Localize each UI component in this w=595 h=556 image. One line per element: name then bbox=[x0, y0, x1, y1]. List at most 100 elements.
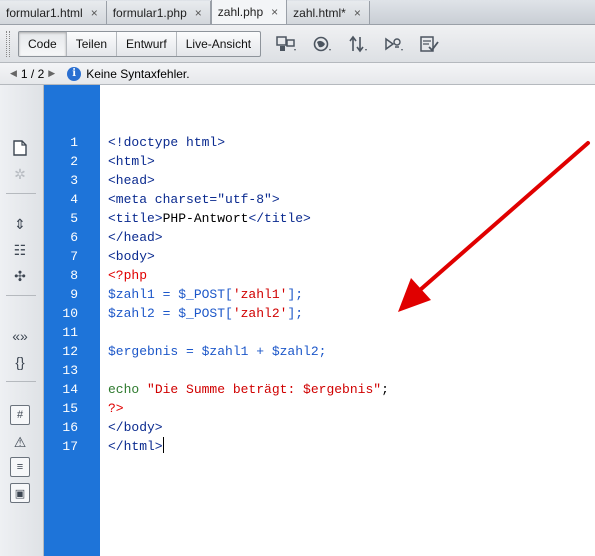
code-token: 'zahl2' bbox=[232, 306, 288, 321]
close-icon[interactable]: × bbox=[195, 6, 202, 20]
code-line[interactable]: </html> bbox=[108, 437, 164, 456]
previous-page-icon[interactable]: ◀ bbox=[10, 68, 17, 79]
apply-comment-icon[interactable]: ≡ bbox=[10, 457, 30, 477]
next-page-icon[interactable]: ▶ bbox=[48, 68, 55, 79]
preview-icon[interactable] bbox=[383, 34, 407, 54]
balance-braces-icon[interactable]: {} bbox=[8, 351, 32, 373]
code-token: $zahl2 = $_POST[ bbox=[108, 306, 233, 321]
line-number: 15 bbox=[62, 401, 78, 416]
toolbar-tools bbox=[275, 34, 443, 54]
code-line[interactable]: <!doctype html> bbox=[108, 133, 225, 152]
code-token: <html> bbox=[108, 154, 155, 169]
line-number: 1 bbox=[70, 135, 78, 150]
page-indicator: 1 / 2 bbox=[20, 66, 45, 81]
code-token: </title> bbox=[248, 211, 311, 226]
code-line[interactable]: <?php bbox=[108, 266, 147, 285]
code-line[interactable]: $zahl2 = $_POST['zahl2']; bbox=[108, 304, 303, 323]
code-line[interactable]: echo "Die Summe beträgt: $ergebnis"; bbox=[108, 380, 389, 399]
code-token: <head> bbox=[108, 173, 155, 188]
collapse-selection-icon[interactable]: ☷ bbox=[8, 239, 32, 261]
code-token: </html> bbox=[108, 439, 163, 454]
collapse-tag-icon[interactable]: ⇕ bbox=[8, 213, 32, 235]
line-number: 12 bbox=[62, 344, 78, 359]
file-transfer-icon[interactable] bbox=[347, 34, 371, 54]
info-icon: i bbox=[67, 66, 82, 81]
tab-label: zahl.php bbox=[217, 5, 264, 19]
toolbar-divider bbox=[6, 381, 36, 382]
expand-all-icon[interactable]: ✣ bbox=[8, 265, 32, 287]
document-toolbar: Code Teilen Entwurf Live-Ansicht bbox=[0, 25, 595, 63]
code-token: <meta charset="utf-8"> bbox=[108, 192, 280, 207]
line-number: 6 bbox=[70, 230, 78, 245]
line-number: 7 bbox=[70, 249, 78, 264]
code-line[interactable]: $ergebnis = $zahl1 + $zahl2; bbox=[108, 342, 326, 361]
tab-zahl-php[interactable]: zahl.php × bbox=[210, 0, 288, 24]
line-number: 8 bbox=[70, 268, 78, 283]
globe-icon[interactable] bbox=[311, 34, 335, 54]
code-token: <body> bbox=[108, 249, 155, 264]
line-number: 9 bbox=[70, 287, 78, 302]
tab-formular1-php[interactable]: formular1.php × bbox=[106, 1, 211, 24]
tab-label: formular1.html bbox=[6, 5, 83, 20]
close-icon[interactable]: × bbox=[271, 5, 278, 19]
code-area[interactable]: <!doctype html> <html> <head> <meta charset… bbox=[100, 85, 595, 556]
code-line[interactable]: <meta charset="utf-8"> bbox=[108, 190, 280, 209]
toolbar-divider bbox=[6, 295, 36, 296]
code-line[interactable]: </body> bbox=[108, 418, 163, 437]
code-line[interactable]: <body> bbox=[108, 247, 155, 266]
close-icon[interactable]: × bbox=[91, 6, 98, 20]
code-token: <title> bbox=[108, 211, 163, 226]
line-numbers-icon[interactable]: # bbox=[10, 405, 30, 425]
code-line[interactable]: ?> bbox=[108, 399, 124, 418]
code-token: $zahl1 = $_POST[ bbox=[108, 287, 233, 302]
line-number: 17 bbox=[62, 439, 78, 454]
code-token: </head> bbox=[108, 230, 163, 245]
code-token: <!doctype html> bbox=[108, 135, 226, 150]
code-token: $ergebnis = $zahl1 + $zahl2; bbox=[108, 344, 327, 359]
code-line[interactable]: <head> bbox=[108, 171, 155, 190]
wrap-tag-icon[interactable]: ▣ bbox=[10, 483, 30, 503]
select-parent-tag-icon[interactable]: «» bbox=[8, 325, 32, 347]
code-line[interactable]: </head> bbox=[108, 228, 163, 247]
tab-formular1-html[interactable]: formular1.html × bbox=[0, 1, 107, 24]
design-view-button[interactable]: Entwurf bbox=[117, 31, 177, 56]
code-line[interactable]: <html> bbox=[108, 152, 155, 171]
text-cursor bbox=[162, 437, 164, 453]
document-tab-bar: formular1.html × formular1.php × zahl.ph… bbox=[0, 0, 595, 25]
code-token: <?php bbox=[108, 268, 148, 283]
toolbar-divider bbox=[6, 193, 36, 194]
line-number: 11 bbox=[62, 325, 78, 340]
code-token: "Die Summe beträgt: $ergebnis" bbox=[147, 382, 382, 397]
code-token: </body> bbox=[108, 420, 163, 435]
code-line[interactable]: $zahl1 = $_POST['zahl1']; bbox=[108, 285, 303, 304]
code-token: ?> bbox=[108, 401, 124, 416]
code-editor: ✲ ⇕ ☷ ✣ «» {} # ⚠ ≡ ▣ 1 2 3 4 5 6 7 8 9 10 11 12 13 1… bbox=[0, 85, 595, 556]
line-number: 3 bbox=[70, 173, 78, 188]
live-view-button[interactable]: Live-Ansicht bbox=[177, 32, 260, 56]
code-token: ]; bbox=[287, 306, 304, 321]
line-number: 16 bbox=[62, 420, 78, 435]
line-number: 14 bbox=[62, 382, 78, 397]
close-icon[interactable]: × bbox=[354, 6, 361, 20]
toolbar-grip[interactable] bbox=[6, 30, 10, 57]
code-token: ; bbox=[381, 382, 389, 397]
code-line[interactable]: <title>PHP-Antwort</title> bbox=[108, 209, 311, 228]
coding-toolbar: ✲ ⇕ ☷ ✣ «» {} # ⚠ ≡ ▣ bbox=[0, 85, 44, 556]
split-view-button[interactable]: Teilen bbox=[67, 31, 118, 56]
open-documents-icon[interactable] bbox=[8, 137, 32, 159]
code-token: ]; bbox=[287, 287, 304, 302]
syntax-status: Keine Syntaxfehler. bbox=[86, 66, 190, 81]
line-number: 5 bbox=[70, 211, 78, 226]
line-number-gutter: 1 2 3 4 5 6 7 8 9 10 11 12 13 14 15 16 17 bbox=[44, 85, 100, 556]
tab-label: formular1.php bbox=[112, 5, 187, 20]
validate-icon[interactable] bbox=[419, 34, 443, 54]
highlight-invalid-code-icon[interactable]: ⚠ bbox=[8, 431, 32, 453]
tab-zahl-html[interactable]: zahl.html* × bbox=[287, 1, 370, 24]
code-token: PHP-Antwort bbox=[162, 211, 249, 226]
code-view-button[interactable]: Code bbox=[19, 31, 67, 56]
status-row: ◀ 1 / 2 ▶ i Keine Syntaxfehler. bbox=[0, 63, 595, 85]
line-number: 2 bbox=[70, 154, 78, 169]
multiscreen-icon[interactable] bbox=[275, 34, 299, 54]
collapse-icon: ✲ bbox=[14, 165, 26, 182]
line-number: 10 bbox=[62, 306, 78, 321]
